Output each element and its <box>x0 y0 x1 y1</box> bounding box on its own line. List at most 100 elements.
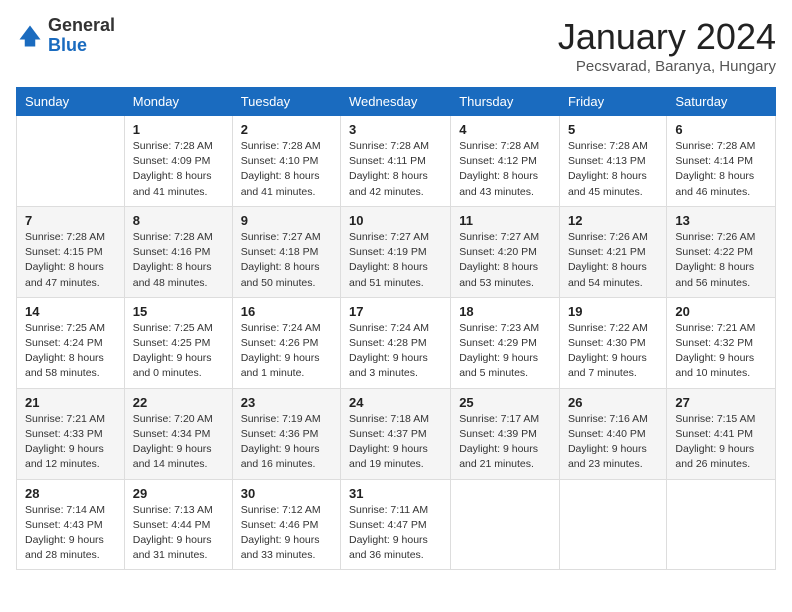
calendar-cell: 5 Sunrise: 7:28 AMSunset: 4:13 PMDaylight… <box>559 116 666 207</box>
calendar-cell: 26Sunrise: 7:16 AMSunset: 4:40 PMDayligh… <box>559 388 666 479</box>
calendar-cell: 19 Sunrise: 7:22 AMSunset: 4:30 PMDayligh… <box>559 297 666 388</box>
calendar-cell: 21 Sunrise: 7:21 AMSunset: 4:33 PMDayligh… <box>17 388 125 479</box>
day-number: 11 <box>459 213 551 228</box>
day-info: Sunrise: 7:28 AMSunset: 4:13 PMDaylight:… <box>568 139 658 200</box>
day-number: 22 <box>133 395 224 410</box>
day-info: Sunrise: 7:21 AMSunset: 4:32 PMDaylight:… <box>675 321 767 382</box>
logo-blue-text: Blue <box>48 35 87 55</box>
calendar-body: 1Sunrise: 7:28 AMSunset: 4:09 PMDaylight… <box>17 116 776 570</box>
day-info: Sunrise: 7:24 AMSunset: 4:26 PMDaylight:… <box>241 321 332 382</box>
calendar-cell: 9Sunrise: 7:27 AMSunset: 4:18 PMDaylight… <box>232 206 340 297</box>
calendar-week-row: 1Sunrise: 7:28 AMSunset: 4:09 PMDaylight… <box>17 116 776 207</box>
day-number: 16 <box>241 304 332 319</box>
day-info: Sunrise: 7:25 AMSunset: 4:24 PMDaylight:… <box>25 321 116 382</box>
day-number: 23 <box>241 395 332 410</box>
calendar-cell: 15 Sunrise: 7:25 AMSunset: 4:25 PMDayligh… <box>124 297 232 388</box>
day-info: Sunrise: 7:12 AMSunset: 4:46 PMDaylight:… <box>241 503 332 564</box>
calendar-week-row: 14 Sunrise: 7:25 AMSunset: 4:24 PMDayligh… <box>17 297 776 388</box>
day-info: Sunrise: 7:23 AMSunset: 4:29 PMDaylight:… <box>459 321 551 382</box>
day-number: 4 <box>459 122 551 137</box>
day-number: 2 <box>241 122 332 137</box>
day-number: 13 <box>675 213 767 228</box>
title-area: January 2024 Pecsvarad, Baranya, Hungary <box>558 16 776 75</box>
calendar-cell: 8 Sunrise: 7:28 AMSunset: 4:16 PMDaylight… <box>124 206 232 297</box>
calendar-cell: 20 Sunrise: 7:21 AMSunset: 4:32 PMDayligh… <box>667 297 776 388</box>
calendar-cell: 2Sunrise: 7:28 AMSunset: 4:10 PMDaylight… <box>232 116 340 207</box>
calendar-cell: 23 Sunrise: 7:19 AMSunset: 4:36 PMDayligh… <box>232 388 340 479</box>
day-number: 20 <box>675 304 767 319</box>
day-number: 25 <box>459 395 551 410</box>
weekday-header-monday: Monday <box>124 88 232 116</box>
day-number: 14 <box>25 304 116 319</box>
day-info: Sunrise: 7:13 AMSunset: 4:44 PMDaylight:… <box>133 503 224 564</box>
day-info: Sunrise: 7:27 AMSunset: 4:20 PMDaylight:… <box>459 230 551 291</box>
location-subtitle: Pecsvarad, Baranya, Hungary <box>558 58 776 75</box>
calendar-cell <box>559 479 666 570</box>
day-number: 31 <box>349 486 442 501</box>
calendar-cell: 10 Sunrise: 7:27 AMSunset: 4:19 PMDayligh… <box>341 206 451 297</box>
day-info: Sunrise: 7:27 AMSunset: 4:19 PMDaylight:… <box>349 230 442 291</box>
calendar-cell: 14 Sunrise: 7:25 AMSunset: 4:24 PMDayligh… <box>17 297 125 388</box>
calendar-cell: 24 Sunrise: 7:18 AMSunset: 4:37 PMDayligh… <box>341 388 451 479</box>
calendar-week-row: 21 Sunrise: 7:21 AMSunset: 4:33 PMDayligh… <box>17 388 776 479</box>
calendar-cell <box>667 479 776 570</box>
day-number: 15 <box>133 304 224 319</box>
day-info: Sunrise: 7:16 AMSunset: 4:40 PMDaylight:… <box>568 412 658 473</box>
day-info: Sunrise: 7:21 AMSunset: 4:33 PMDaylight:… <box>25 412 116 473</box>
calendar-cell <box>451 479 560 570</box>
weekday-header-wednesday: Wednesday <box>341 88 451 116</box>
day-number: 18 <box>459 304 551 319</box>
day-number: 7 <box>25 213 116 228</box>
day-info: Sunrise: 7:28 AMSunset: 4:09 PMDaylight:… <box>133 139 224 200</box>
day-info: Sunrise: 7:11 AMSunset: 4:47 PMDaylight:… <box>349 503 442 564</box>
day-number: 28 <box>25 486 116 501</box>
calendar-cell: 31 Sunrise: 7:11 AMSunset: 4:47 PMDayligh… <box>341 479 451 570</box>
day-number: 10 <box>349 213 442 228</box>
day-number: 30 <box>241 486 332 501</box>
day-info: Sunrise: 7:24 AMSunset: 4:28 PMDaylight:… <box>349 321 442 382</box>
day-info: Sunrise: 7:28 AMSunset: 4:16 PMDaylight:… <box>133 230 224 291</box>
header: General Blue January 2024 Pecsvarad, Bar… <box>16 16 776 75</box>
calendar-cell: 29Sunrise: 7:13 AMSunset: 4:44 PMDayligh… <box>124 479 232 570</box>
logo: General Blue <box>16 16 115 56</box>
day-number: 19 <box>568 304 658 319</box>
day-info: Sunrise: 7:28 AMSunset: 4:11 PMDaylight:… <box>349 139 442 200</box>
logo-icon <box>16 22 44 50</box>
calendar-week-row: 28 Sunrise: 7:14 AMSunset: 4:43 PMDayligh… <box>17 479 776 570</box>
weekday-header-tuesday: Tuesday <box>232 88 340 116</box>
calendar-cell: 7 Sunrise: 7:28 AMSunset: 4:15 PMDaylight… <box>17 206 125 297</box>
calendar-cell <box>17 116 125 207</box>
day-number: 5 <box>568 122 658 137</box>
calendar-cell: 16 Sunrise: 7:24 AMSunset: 4:26 PMDayligh… <box>232 297 340 388</box>
day-info: Sunrise: 7:14 AMSunset: 4:43 PMDaylight:… <box>25 503 116 564</box>
day-number: 6 <box>675 122 767 137</box>
day-number: 8 <box>133 213 224 228</box>
day-info: Sunrise: 7:28 AMSunset: 4:15 PMDaylight:… <box>25 230 116 291</box>
calendar-table: SundayMondayTuesdayWednesdayThursdayFrid… <box>16 87 776 570</box>
logo-general-text: General <box>48 15 115 35</box>
day-info: Sunrise: 7:27 AMSunset: 4:18 PMDaylight:… <box>241 230 332 291</box>
day-number: 24 <box>349 395 442 410</box>
day-info: Sunrise: 7:18 AMSunset: 4:37 PMDaylight:… <box>349 412 442 473</box>
day-number: 21 <box>25 395 116 410</box>
day-info: Sunrise: 7:28 AMSunset: 4:12 PMDaylight:… <box>459 139 551 200</box>
calendar-cell: 17 Sunrise: 7:24 AMSunset: 4:28 PMDayligh… <box>341 297 451 388</box>
calendar-cell: 28 Sunrise: 7:14 AMSunset: 4:43 PMDayligh… <box>17 479 125 570</box>
month-title: January 2024 <box>558 16 776 58</box>
calendar-cell: 3Sunrise: 7:28 AMSunset: 4:11 PMDaylight… <box>341 116 451 207</box>
day-info: Sunrise: 7:19 AMSunset: 4:36 PMDaylight:… <box>241 412 332 473</box>
day-info: Sunrise: 7:28 AMSunset: 4:14 PMDaylight:… <box>675 139 767 200</box>
calendar-cell: 27 Sunrise: 7:15 AMSunset: 4:41 PMDayligh… <box>667 388 776 479</box>
day-info: Sunrise: 7:22 AMSunset: 4:30 PMDaylight:… <box>568 321 658 382</box>
day-info: Sunrise: 7:15 AMSunset: 4:41 PMDaylight:… <box>675 412 767 473</box>
calendar-cell: 6 Sunrise: 7:28 AMSunset: 4:14 PMDaylight… <box>667 116 776 207</box>
day-info: Sunrise: 7:26 AMSunset: 4:21 PMDaylight:… <box>568 230 658 291</box>
day-number: 12 <box>568 213 658 228</box>
day-number: 17 <box>349 304 442 319</box>
calendar-cell: 12 Sunrise: 7:26 AMSunset: 4:21 PMDayligh… <box>559 206 666 297</box>
calendar-cell: 13Sunrise: 7:26 AMSunset: 4:22 PMDayligh… <box>667 206 776 297</box>
weekday-header-saturday: Saturday <box>667 88 776 116</box>
day-number: 27 <box>675 395 767 410</box>
day-info: Sunrise: 7:25 AMSunset: 4:25 PMDaylight:… <box>133 321 224 382</box>
calendar-cell: 30 Sunrise: 7:12 AMSunset: 4:46 PMDayligh… <box>232 479 340 570</box>
